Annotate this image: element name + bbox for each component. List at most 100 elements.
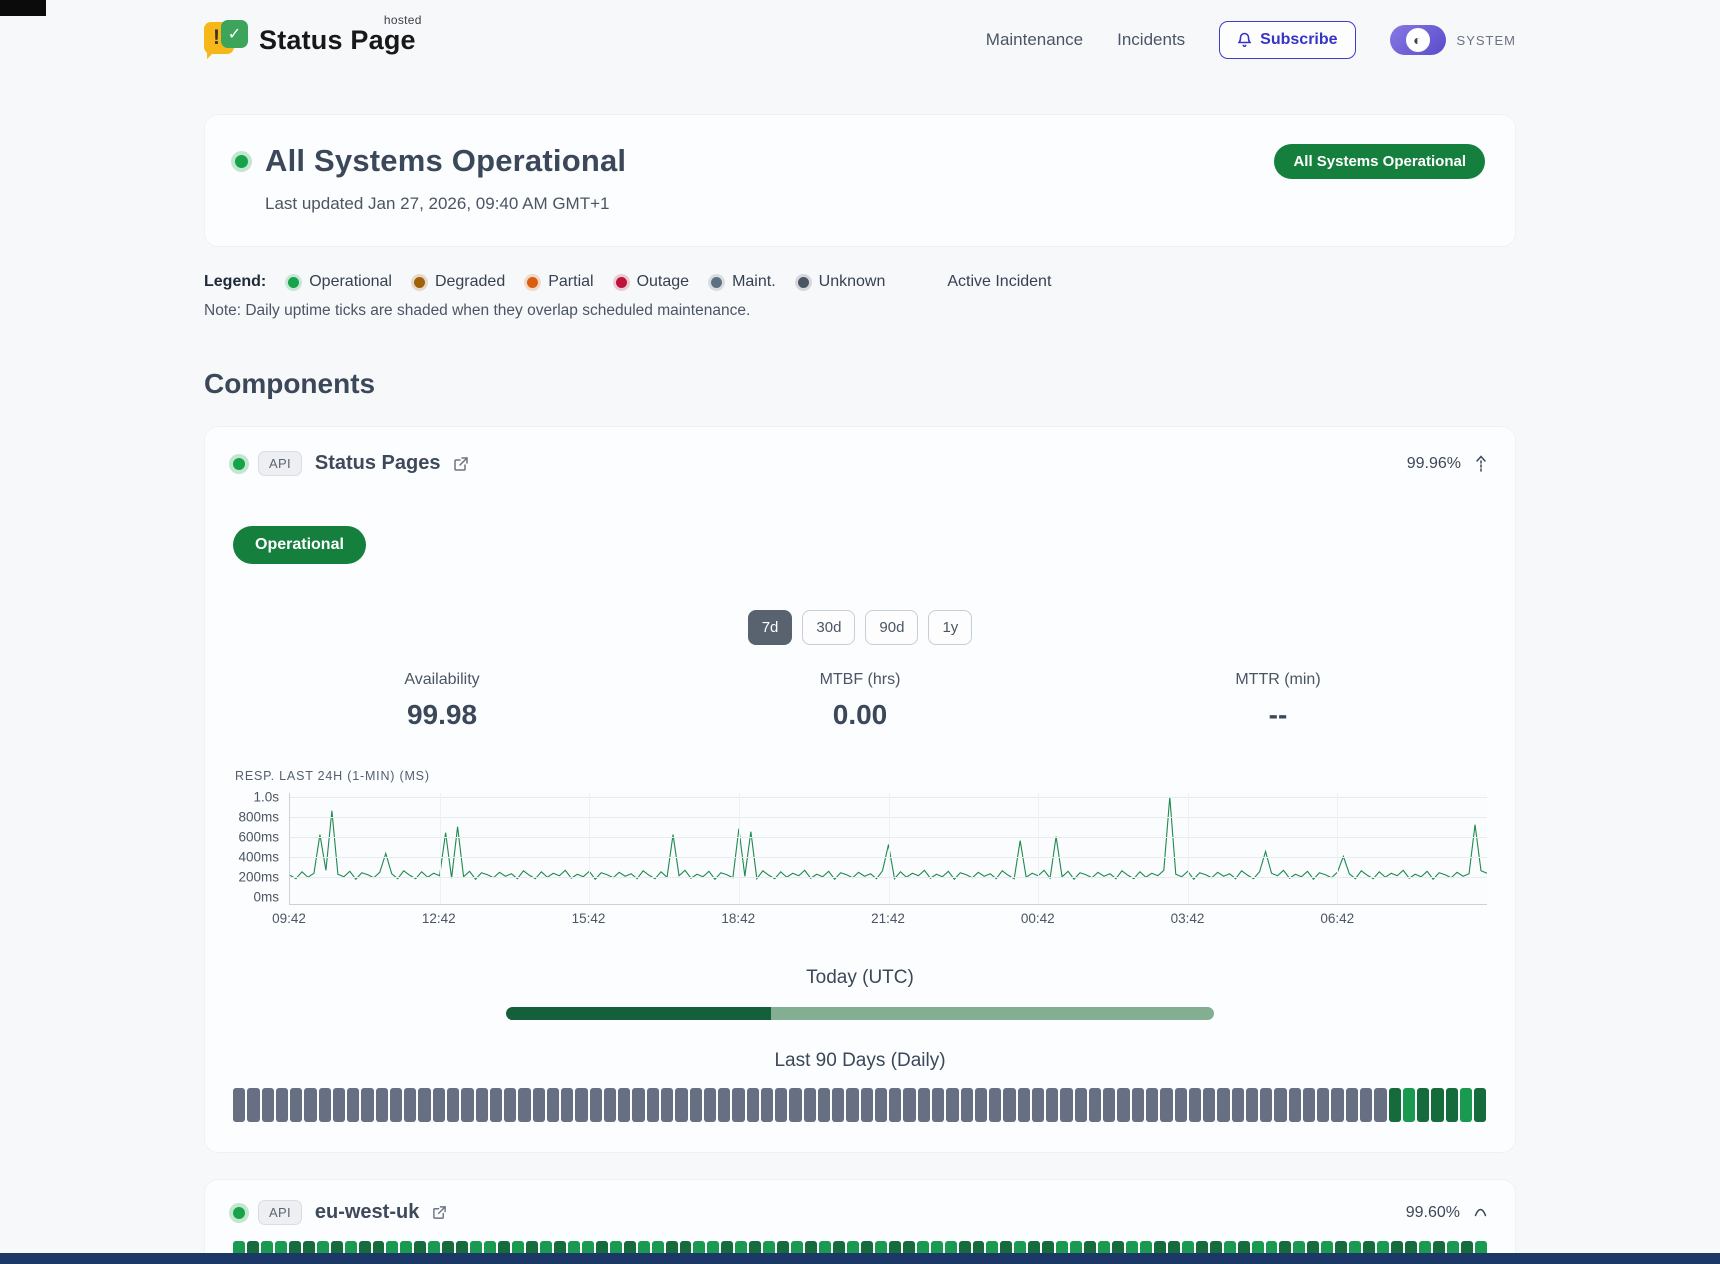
component-status-pill: Operational — [233, 526, 366, 564]
uptime-day-tick — [1103, 1088, 1115, 1122]
component-name: eu-west-uk — [315, 1201, 419, 1224]
uptime-day-tick — [718, 1088, 730, 1122]
uptime-day-tick — [1203, 1088, 1215, 1122]
x-tick-label: 06:42 — [1320, 911, 1354, 926]
theme-switcher: ◐ SYSTEM — [1390, 25, 1516, 55]
uptime-day-tick — [604, 1088, 616, 1122]
expand-chevron-icon[interactable] — [1474, 1208, 1487, 1217]
bell-icon — [1237, 32, 1252, 48]
component-header[interactable]: API Status Pages 99.96% — [233, 451, 1487, 476]
range-button-1y[interactable]: 1y — [928, 610, 972, 645]
components-heading: Components — [204, 368, 1516, 400]
uptime-day-tick — [319, 1088, 331, 1122]
legend-item: Outage — [616, 273, 689, 291]
uptime-day-tick — [1374, 1088, 1386, 1122]
check-icon: ✓ — [228, 24, 241, 44]
external-link-icon[interactable] — [453, 456, 469, 472]
x-tick-label: 15:42 — [572, 911, 606, 926]
uptime-day-tick — [447, 1088, 459, 1122]
uptime-day-tick — [704, 1088, 716, 1122]
last-updated-text: Last updated Jan 27, 2026, 09:40 AM GMT+… — [265, 194, 1485, 214]
legend-item-label: Maint. — [732, 273, 776, 291]
uptime-day-tick — [1060, 1088, 1072, 1122]
uptime-day-tick — [1146, 1088, 1158, 1122]
uptime-day-tick — [290, 1088, 302, 1122]
uptime-day-tick — [1032, 1088, 1044, 1122]
legend: Legend: OperationalDegradedPartialOutage… — [204, 273, 1516, 291]
uptime-day-tick — [547, 1088, 559, 1122]
uptime-day-tick — [347, 1088, 359, 1122]
chart-y-axis: 1.0s800ms600ms400ms200ms0ms — [233, 793, 289, 905]
legend-item-label: Operational — [309, 273, 392, 291]
uptime-day-tick — [1246, 1088, 1258, 1122]
component-header[interactable]: API eu-west-uk 99.60% — [233, 1200, 1487, 1225]
component-card-status-pages: API Status Pages 99.96% Operational 7d 3… — [204, 426, 1516, 1153]
nav-incidents[interactable]: Incidents — [1117, 30, 1185, 50]
maintenance-note: Note: Daily uptime ticks are shaded when… — [204, 302, 1516, 320]
page-title: All Systems Operational — [265, 143, 626, 179]
uptime-day-tick — [561, 1088, 573, 1122]
uptime-day-tick — [490, 1088, 502, 1122]
uptime-day-tick — [418, 1088, 430, 1122]
uptime-day-tick — [575, 1088, 587, 1122]
uptime-day-tick — [233, 1088, 245, 1122]
x-tick-label: 09:42 — [272, 911, 306, 926]
stat-mtbf: MTBF (hrs) 0.00 — [651, 671, 1069, 731]
external-link-icon[interactable] — [432, 1205, 447, 1220]
range-button-7d[interactable]: 7d — [748, 610, 793, 645]
uptime-day-tick — [918, 1088, 930, 1122]
range-button-90d[interactable]: 90d — [865, 610, 918, 645]
uptime-day-tick — [1317, 1088, 1329, 1122]
legend-status-dot — [711, 277, 722, 288]
uptime-day-tick — [747, 1088, 759, 1122]
chart-plot-area — [289, 793, 1487, 905]
uptime-day-tick — [1346, 1088, 1358, 1122]
uptime-day-tick — [804, 1088, 816, 1122]
uptime-day-tick — [1446, 1088, 1458, 1122]
uptime-day-tick — [875, 1088, 887, 1122]
overall-status-dot — [235, 155, 248, 168]
screen-corner-artifact — [0, 0, 46, 16]
uptime-day-tick — [1117, 1088, 1129, 1122]
component-name: Status Pages — [315, 452, 441, 475]
gridline — [1038, 793, 1039, 904]
uptime-day-tick — [404, 1088, 416, 1122]
top-header: ! ✓ Status Pagehosted Maintenance Incide… — [204, 0, 1516, 66]
brand[interactable]: ! ✓ Status Pagehosted — [204, 20, 416, 60]
component-type-badge: API — [258, 1200, 302, 1225]
nav-maintenance[interactable]: Maintenance — [986, 30, 1083, 50]
legend-active-incident-label: Active Incident — [947, 273, 1051, 291]
uptime-day-tick — [1089, 1088, 1101, 1122]
subscribe-button[interactable]: Subscribe — [1219, 21, 1355, 59]
legend-item: Unknown — [798, 273, 886, 291]
uptime-day-tick — [832, 1088, 844, 1122]
legend-item-label: Degraded — [435, 273, 505, 291]
uptime-day-tick — [276, 1088, 288, 1122]
collapse-arrow-icon[interactable] — [1475, 455, 1487, 472]
x-tick-label: 00:42 — [1021, 911, 1055, 926]
component-uptime-percent: 99.60% — [1406, 1204, 1460, 1222]
range-button-30d[interactable]: 30d — [802, 610, 855, 645]
history-label: Last 90 Days (Daily) — [233, 1050, 1487, 1072]
uptime-day-tick — [1046, 1088, 1058, 1122]
uptime-day-tick — [1003, 1088, 1015, 1122]
footer-strip — [0, 1253, 1720, 1264]
uptime-day-tick — [1417, 1088, 1429, 1122]
uptime-day-tick — [946, 1088, 958, 1122]
x-tick-label: 18:42 — [721, 911, 755, 926]
uptime-day-tick — [1389, 1088, 1401, 1122]
uptime-day-tick — [647, 1088, 659, 1122]
theme-toggle[interactable]: ◐ — [1390, 25, 1446, 55]
legend-status-dot — [527, 277, 538, 288]
uptime-day-tick — [1331, 1088, 1343, 1122]
overall-status-card: All Systems Operational All Systems Oper… — [204, 114, 1516, 247]
chart-title: RESP. LAST 24H (1-MIN) (MS) — [235, 769, 1487, 783]
gridline — [739, 793, 740, 904]
uptime-day-tick — [1217, 1088, 1229, 1122]
gridline — [1188, 793, 1189, 904]
uptime-day-tick — [1189, 1088, 1201, 1122]
uptime-day-tick — [1431, 1088, 1443, 1122]
status-page-logo-icon: ! ✓ — [204, 20, 248, 60]
uptime-day-tick — [1460, 1088, 1472, 1122]
uptime-day-tick — [818, 1088, 830, 1122]
